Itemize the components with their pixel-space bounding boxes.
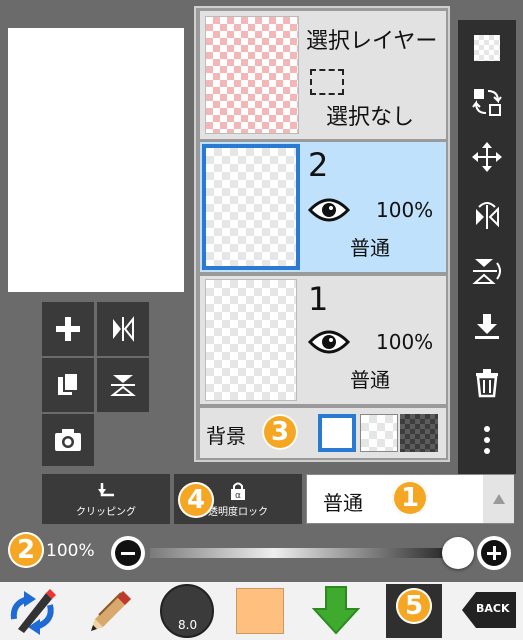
canvas-preview[interactable] bbox=[8, 28, 184, 292]
annotation-badge-4: 4 bbox=[178, 482, 214, 518]
more-vertical-icon bbox=[484, 426, 490, 454]
delete-layer-button[interactable] bbox=[458, 356, 516, 410]
selection-status: 選択なし bbox=[326, 105, 415, 130]
back-button[interactable]: BACK bbox=[458, 584, 520, 636]
more-options-button[interactable] bbox=[458, 412, 516, 468]
alpha-lock-label: 透明度ロック bbox=[208, 506, 268, 518]
svg-text:α: α bbox=[235, 491, 241, 501]
background-row: 背景 bbox=[200, 408, 446, 458]
clipping-button[interactable]: クリッピング bbox=[42, 474, 170, 524]
transparent-fill-button[interactable] bbox=[458, 22, 516, 74]
opacity-slider-thumb[interactable] bbox=[442, 537, 474, 569]
clipping-label: クリッピング bbox=[76, 506, 136, 518]
checker-icon bbox=[474, 35, 500, 61]
blend-mode-value: 普通 bbox=[323, 491, 363, 515]
layer-1-blend-mode: 普通 bbox=[350, 368, 390, 392]
camera-button[interactable] bbox=[42, 414, 94, 466]
flip-horizontal-icon bbox=[476, 202, 499, 229]
plus-icon bbox=[56, 317, 80, 341]
brush-size-button[interactable]: 8.0 bbox=[160, 584, 214, 638]
layer-1-thumbnail bbox=[205, 279, 297, 401]
bg-dark-option[interactable] bbox=[400, 414, 438, 452]
annotation-badge-5: 5 bbox=[396, 588, 432, 624]
bg-transparent-option[interactable] bbox=[360, 414, 398, 452]
plus-circle-icon bbox=[481, 540, 507, 566]
undo-redo-button[interactable] bbox=[0, 582, 66, 640]
copy-icon bbox=[58, 372, 79, 395]
layer-flip-horizontal-button[interactable] bbox=[458, 188, 516, 242]
flip-vertical-icon bbox=[472, 259, 501, 284]
selection-layer-row[interactable]: 選択レイヤー 選択なし bbox=[200, 11, 446, 139]
layer-2-blend-mode: 普通 bbox=[350, 236, 390, 260]
download-arrow-icon bbox=[311, 586, 361, 635]
move-layer-button[interactable] bbox=[458, 130, 516, 184]
visibility-eye-icon[interactable] bbox=[308, 328, 350, 356]
layer-2-number: 2 bbox=[308, 146, 329, 184]
opacity-decrease-button[interactable] bbox=[111, 536, 145, 570]
layer-row-2[interactable]: 2 100% 普通 bbox=[200, 142, 446, 272]
undo-redo-icon bbox=[10, 589, 56, 635]
move-arrows-icon bbox=[472, 142, 502, 172]
brush-size-value: 8.0 bbox=[178, 618, 198, 632]
swap-layer-button[interactable] bbox=[458, 76, 516, 128]
flip-horizontal-button[interactable] bbox=[97, 302, 149, 356]
visibility-eye-icon[interactable] bbox=[308, 196, 350, 224]
camera-icon bbox=[55, 429, 81, 451]
opacity-increase-button[interactable] bbox=[477, 536, 511, 570]
selection-layer-name: 選択レイヤー bbox=[306, 29, 438, 54]
color-swatch-button[interactable] bbox=[236, 588, 284, 634]
layer-row-1[interactable]: 1 100% 普通 bbox=[200, 276, 446, 404]
opacity-slider-track[interactable] bbox=[150, 548, 460, 558]
annotation-badge-2: 2 bbox=[8, 532, 44, 568]
layer-menu-button[interactable] bbox=[306, 582, 366, 640]
layer-flip-vertical-button[interactable] bbox=[458, 244, 516, 298]
flip-vertical-icon bbox=[110, 375, 136, 396]
background-label: 背景 bbox=[206, 424, 246, 448]
selection-marquee-icon bbox=[310, 69, 344, 95]
bg-white-option[interactable] bbox=[318, 414, 356, 452]
layer-1-opacity: 100% bbox=[376, 330, 434, 354]
annotation-badge-3: 3 bbox=[262, 414, 298, 450]
merge-down-icon bbox=[475, 314, 499, 339]
clipping-arrow-icon bbox=[98, 482, 114, 496]
flip-vertical-button[interactable] bbox=[97, 358, 149, 412]
brush-tool-button[interactable] bbox=[76, 582, 142, 640]
minus-icon bbox=[115, 540, 141, 566]
duplicate-layer-button[interactable] bbox=[42, 358, 94, 412]
layer-2-opacity: 100% bbox=[376, 198, 434, 222]
lock-alpha-icon: α bbox=[231, 482, 245, 501]
opacity-value: 100% bbox=[46, 541, 95, 561]
back-label: BACK bbox=[476, 602, 510, 615]
flip-horizontal-icon bbox=[113, 316, 134, 342]
selection-layer-thumbnail bbox=[205, 16, 299, 134]
merge-down-button[interactable] bbox=[458, 300, 516, 354]
add-layer-button[interactable] bbox=[42, 302, 94, 356]
annotation-badge-1: 1 bbox=[392, 480, 428, 516]
blend-mode-dropdown-arrow[interactable] bbox=[483, 475, 514, 523]
layer-2-thumbnail bbox=[202, 144, 300, 270]
layer-1-number: 1 bbox=[308, 280, 329, 318]
trash-icon bbox=[476, 369, 498, 398]
swap-icon bbox=[472, 89, 502, 116]
pencil-icon bbox=[91, 591, 131, 631]
triangle-up-icon bbox=[492, 494, 505, 504]
